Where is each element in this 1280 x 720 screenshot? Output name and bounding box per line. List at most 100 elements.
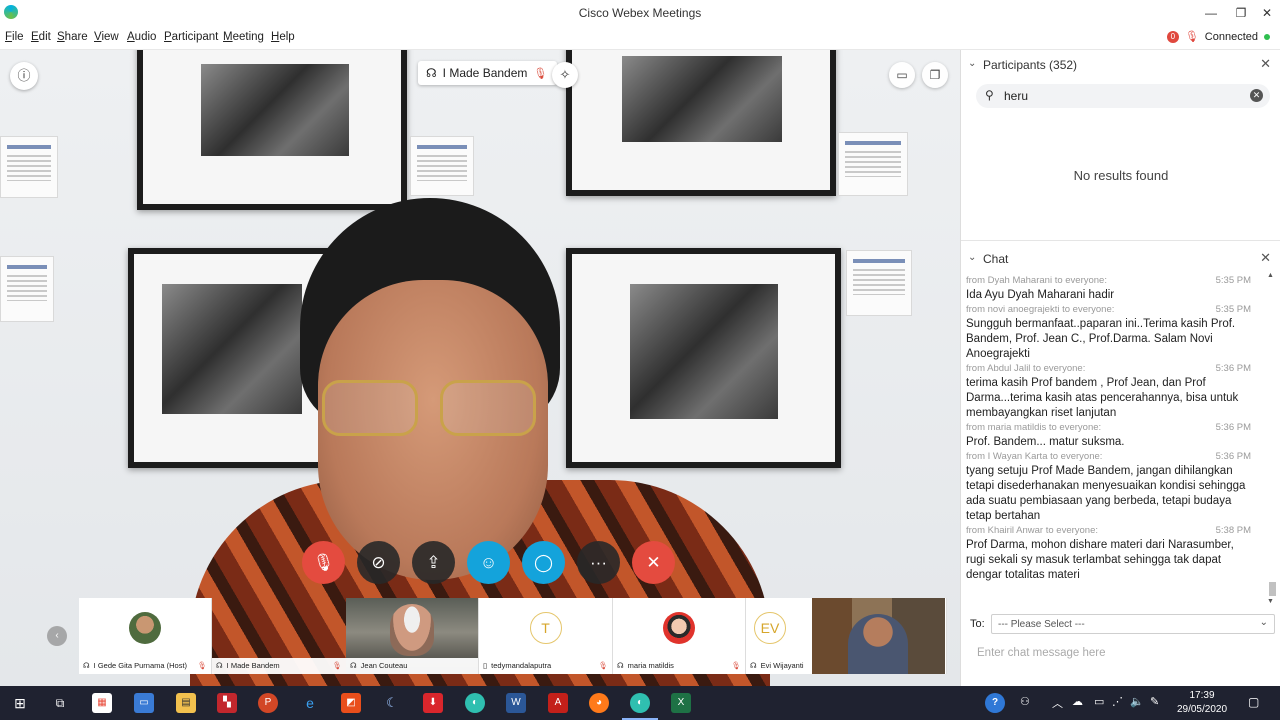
participant-name: I Made Bandem [226,661,280,670]
active-speaker-name: I Made Bandem [442,66,528,80]
volume-icon[interactable]: 🔈 [1130,695,1144,708]
participant-search-input[interactable]: ⚲ heru ✕ [976,84,1270,108]
participant-thumbnail[interactable]: EV ☊ Evi Wijayanti [746,598,947,674]
app-icon[interactable]: ☾ [382,693,402,713]
active-speaker-tag: ☊ I Made Bandem 🎙 [418,61,558,85]
thumbnails-prev-button[interactable]: ‹ [47,626,67,646]
wall-caption [410,136,474,196]
chat-header[interactable]: ⌄ Chat ✕ [961,244,1280,272]
menu-share[interactable]: Share [57,31,88,43]
edge-icon[interactable]: e [300,693,320,713]
message-time: 5:36 PM [1215,363,1251,374]
task-view-icon[interactable]: ⧉ [50,693,70,713]
chat-scrollbar[interactable]: ▲ ▼ [1267,272,1277,608]
help-icon[interactable]: ? [985,693,1005,713]
participant-thumbnail[interactable]: ☊ I Gede Gita Purnama (Host) 🎙 [79,598,212,674]
close-icon[interactable]: ✕ [1260,56,1271,72]
pin-icon[interactable]: ✧ [552,62,578,88]
menu-edit[interactable]: Edit [31,31,51,43]
audio-icon: ☊ [83,661,90,670]
pen-icon[interactable]: ✎ [1150,695,1159,708]
menu-participant[interactable]: Participant [164,31,218,43]
powerpoint-icon[interactable]: P [258,693,278,713]
chat-log[interactable]: from Dyah Maharani to everyone: 5:35 PM I… [961,274,1280,604]
app-icon[interactable]: ◩ [341,693,361,713]
battery-icon[interactable]: ▭ [1094,695,1104,708]
chevron-down-icon: ⌄ [1259,617,1268,628]
clear-search-icon[interactable]: ✕ [1250,89,1263,102]
chat-message-input[interactable]: Enter chat message here [977,647,1106,659]
notification-badge[interactable]: 0 [1166,30,1179,43]
more-button[interactable]: ··· [577,541,620,584]
firefox-icon[interactable]: ◕ [589,693,609,713]
notifications-icon[interactable]: ▢ [1248,695,1259,709]
computer-icon[interactable]: ▭ [134,693,154,713]
participant-name: Evi Wijayanti [760,661,804,670]
people-icon[interactable]: ⚇ [1020,695,1030,708]
scroll-down-icon[interactable]: ▼ [1267,598,1274,605]
thumbnail-strip: ☊ I Gede Gita Purnama (Host) 🎙 ☊ I Made Ban… [79,598,947,674]
menu-meeting[interactable]: Meeting [223,31,264,43]
excel-icon[interactable]: X [671,693,691,713]
wall-caption [0,136,58,198]
recipient-row: To: --- Please Select --- ⌄ [961,612,1280,636]
participants-title: Participants (352) [983,58,1078,72]
wall-frame [566,248,841,468]
chevron-down-icon[interactable]: ⌄ [968,58,976,69]
system-clock[interactable]: 17:39 29/05/2020 [1170,689,1234,717]
layout-icon[interactable]: ▭ [889,62,915,88]
chat-button[interactable]: ◯ [522,541,565,584]
participant-thumbnail[interactable]: ☊ Jean Couteau [346,598,479,674]
wall-frame [566,50,836,196]
menu-view[interactable]: View [94,31,119,43]
share-icon: ⇪ [426,552,441,572]
minimize-button[interactable]: — [1196,3,1226,23]
chevron-up-icon[interactable]: ︿ [1052,695,1063,711]
main-video: ⓘ ☊ I Made Bandem 🎙 ✧ ▭ ❐ 🎙 ⊘ ⇪ ☺ ◯ ··· … [0,50,960,686]
participants-header[interactable]: ⌄ Participants (352) ✕ [961,50,1280,78]
acrobat-icon[interactable]: A [548,693,568,713]
no-results-text: No results found [1073,168,1169,183]
popout-icon[interactable]: ❐ [922,62,948,88]
participant-thumbnail[interactable]: ☊ maria matildis 🎙 [613,598,746,674]
participant-thumbnail[interactable]: ☊ I Made Bandem 🎙 [212,598,346,674]
close-icon[interactable]: ✕ [1260,250,1271,266]
message-text: Prof. Bandem... matur suksma. [966,436,1125,448]
message-sender: from Khairil Anwar to everyone: [966,525,1099,536]
recipient-select[interactable]: --- Please Select --- ⌄ [991,614,1275,634]
message-time: 5:35 PM [1215,304,1251,315]
muted-mic-icon: 🎙 [1184,31,1199,43]
audio-icon: ☊ [617,661,624,670]
webex-icon[interactable]: ◐ [465,693,485,713]
file-explorer-icon[interactable]: ▤ [176,693,196,713]
store-icon[interactable]: ▦ [92,693,112,713]
webex-meetings-icon[interactable]: ◐ [630,693,650,713]
chat-icon: ◯ [533,552,554,572]
network-icon[interactable]: ⋰ [1112,695,1123,708]
clock-date: 29/05/2020 [1176,704,1228,715]
search-icon: ⚲ [985,88,994,102]
message-sender: from novi anoegrajekti to everyone: [966,304,1115,315]
leave-button[interactable]: ✕ [632,541,675,584]
menu-file[interactable]: File [5,31,24,43]
cloud-icon[interactable]: ☁ [1072,695,1083,708]
windows-start-icon[interactable]: ⊞ [10,693,30,713]
app-icon[interactable]: ▚ [217,693,237,713]
share-button[interactable]: ⇪ [412,541,455,584]
connected-dot-icon [1264,33,1270,40]
mute-button[interactable]: 🎙 [302,541,345,584]
chevron-down-icon[interactable]: ⌄ [968,252,976,263]
participants-button[interactable]: ☺ [467,541,510,584]
menu-audio[interactable]: Audio [127,31,156,43]
camera-off-icon: ⊘ [371,552,386,572]
scroll-thumb[interactable] [1269,582,1276,596]
close-window-button[interactable]: ✕ [1252,3,1280,23]
scroll-up-icon[interactable]: ▲ [1267,272,1274,279]
download-icon[interactable]: ⬇ [423,693,443,713]
menu-help[interactable]: Help [271,31,295,43]
connection-status: 0 🎙 Connected [1166,30,1270,43]
meeting-info-icon[interactable]: ⓘ [10,62,38,90]
word-icon[interactable]: W [506,693,526,713]
video-button[interactable]: ⊘ [357,541,400,584]
participant-thumbnail[interactable]: T ▯ tedymandalaputra 🎙 [479,598,613,674]
